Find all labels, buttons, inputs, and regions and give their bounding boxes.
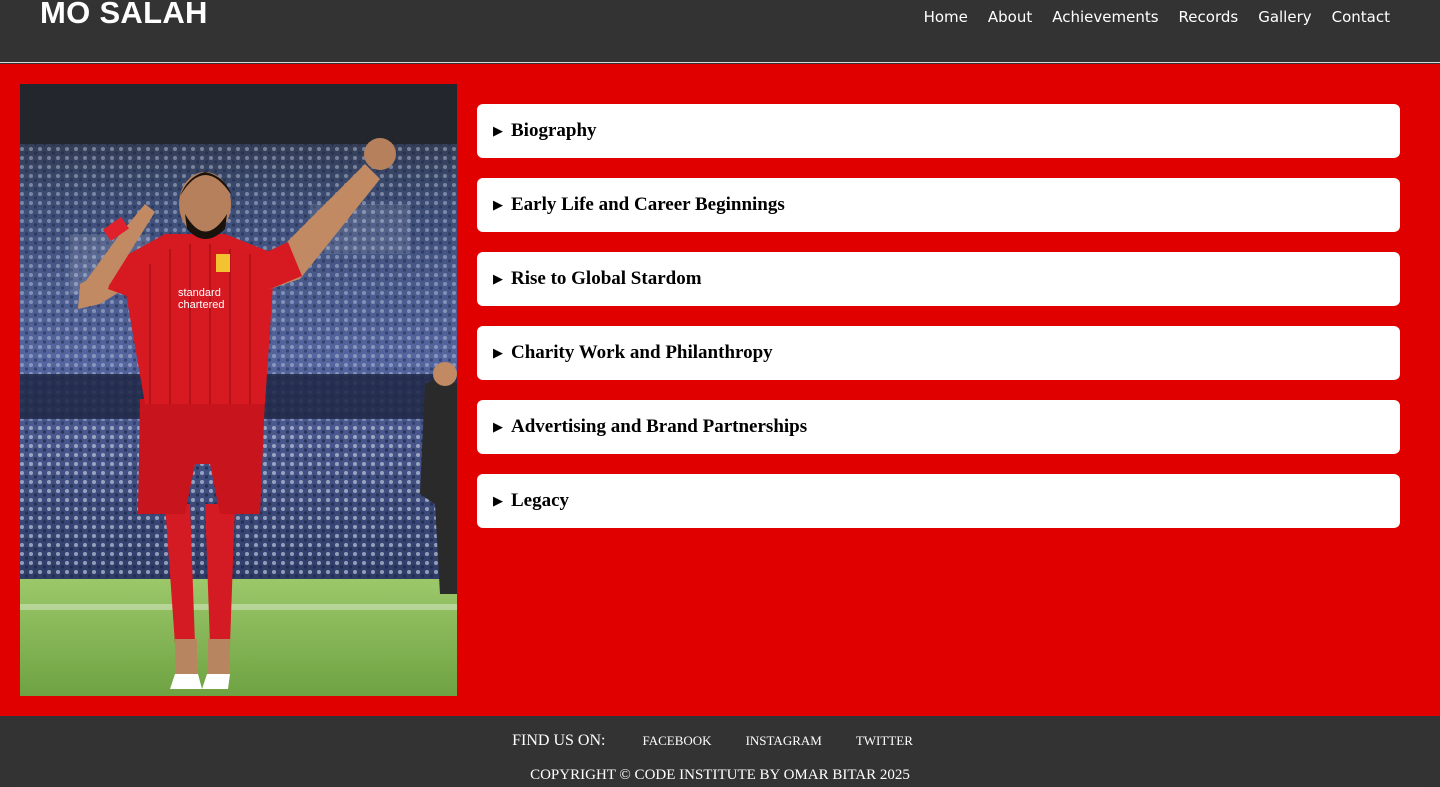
- accordion-title: Charity Work and Philanthropy: [511, 342, 773, 363]
- instagram-link[interactable]: INSTAGRAM: [746, 733, 822, 748]
- accordion-charity[interactable]: ▶ Charity Work and Philanthropy: [477, 326, 1400, 380]
- site-footer: FIND US ON: FACEBOOK INSTAGRAM TWITTER C…: [0, 716, 1440, 787]
- accordion-advertising[interactable]: ▶ Advertising and Brand Partnerships: [477, 400, 1400, 454]
- main-content: standard chartered ▶ Biography ▶ Early L…: [0, 64, 1440, 716]
- nav-home[interactable]: Home: [924, 6, 968, 28]
- nav-achievements[interactable]: Achievements: [1052, 6, 1158, 28]
- svg-text:standard: standard: [178, 287, 221, 299]
- site-logo[interactable]: MO SALAH: [40, 0, 208, 32]
- nav-records[interactable]: Records: [1179, 6, 1239, 28]
- expand-arrow-icon: ▶: [493, 419, 503, 435]
- expand-arrow-icon: ▶: [493, 197, 503, 213]
- accordion-global-stardom[interactable]: ▶ Rise to Global Stardom: [477, 252, 1400, 306]
- expand-arrow-icon: ▶: [493, 123, 503, 139]
- expand-arrow-icon: ▶: [493, 493, 503, 509]
- social-links: FIND US ON: FACEBOOK INSTAGRAM TWITTER: [0, 731, 1440, 751]
- twitter-link[interactable]: TWITTER: [856, 733, 913, 748]
- nav-contact[interactable]: Contact: [1332, 6, 1390, 28]
- main-nav: Home About Achievements Records Gallery …: [924, 6, 1390, 28]
- page: MO SALAH Home About Achievements Records…: [0, 0, 1440, 787]
- player-photo: standard chartered: [20, 84, 457, 696]
- svg-text:chartered: chartered: [178, 299, 224, 311]
- accordion-title: Advertising and Brand Partnerships: [511, 416, 808, 437]
- expand-arrow-icon: ▶: [493, 271, 503, 287]
- accordion-title: Biography: [511, 120, 597, 141]
- copyright-text: COPYRIGHT © CODE INSTITUTE BY OMAR BITAR…: [530, 767, 910, 783]
- accordion-legacy[interactable]: ▶ Legacy: [477, 474, 1400, 528]
- nav-gallery[interactable]: Gallery: [1258, 6, 1311, 28]
- accordion-title: Legacy: [511, 490, 570, 511]
- accordion-title: Early Life and Career Beginnings: [511, 194, 785, 215]
- accordion-early-life[interactable]: ▶ Early Life and Career Beginnings: [477, 178, 1400, 232]
- facebook-link[interactable]: FACEBOOK: [642, 733, 711, 748]
- accordion-biography[interactable]: ▶ Biography: [477, 104, 1400, 158]
- find-us-label: FIND US ON:: [512, 732, 606, 749]
- nav-about[interactable]: About: [988, 6, 1032, 28]
- expand-arrow-icon: ▶: [493, 345, 503, 361]
- accordion-title: Rise to Global Stardom: [511, 268, 702, 289]
- site-header: MO SALAH Home About Achievements Records…: [0, 0, 1440, 63]
- info-accordion: ▶ Biography ▶ Early Life and Career Begi…: [477, 104, 1400, 548]
